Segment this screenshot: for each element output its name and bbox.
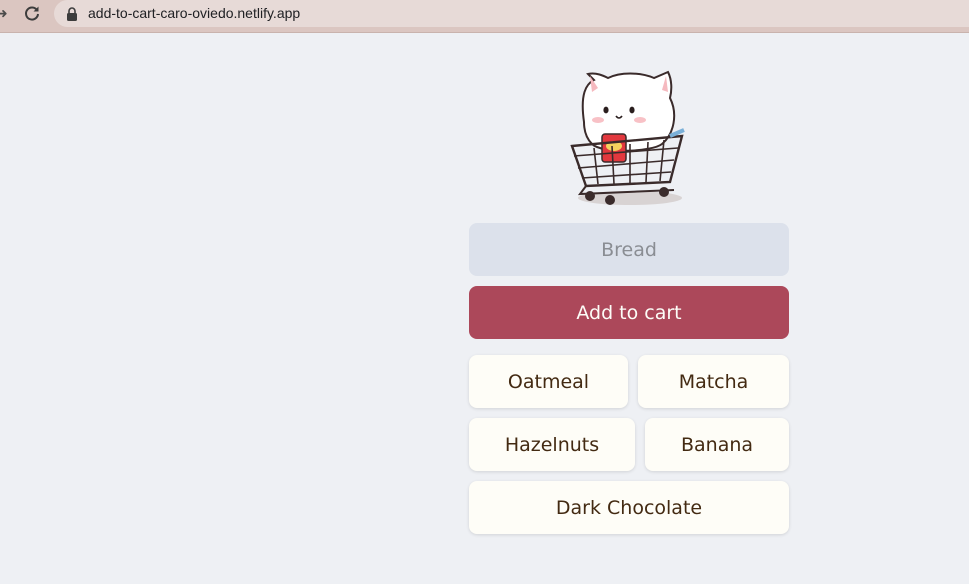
cat-in-shopping-cart-illustration (566, 64, 692, 210)
browser-toolbar: ➜ add-to-cart-caro-oviedo.netlify.app (0, 0, 969, 33)
cart-item[interactable]: Oatmeal (469, 355, 628, 408)
cart-item[interactable]: Hazelnuts (469, 418, 635, 471)
cart-item[interactable]: Matcha (638, 355, 789, 408)
reload-icon[interactable] (22, 4, 42, 24)
add-to-cart-button[interactable]: Add to cart (469, 286, 789, 339)
address-bar[interactable]: add-to-cart-caro-oviedo.netlify.app (54, 0, 969, 27)
item-input[interactable] (469, 223, 789, 276)
cart-item[interactable]: Banana (645, 418, 789, 471)
cart-item[interactable]: Dark Chocolate (469, 481, 789, 534)
forward-arrow-icon[interactable]: ➜ (0, 6, 10, 22)
url-text: add-to-cart-caro-oviedo.netlify.app (88, 5, 301, 21)
lock-icon (66, 6, 78, 21)
